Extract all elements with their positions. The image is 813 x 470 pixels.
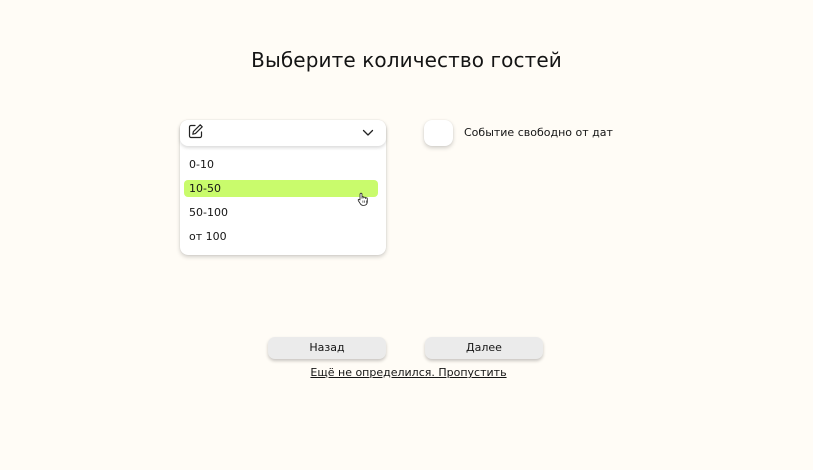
page-title: Выберите количество гостей [251, 48, 562, 72]
option-0-10[interactable]: 0-10 [184, 156, 378, 173]
option-50-100[interactable]: 50-100 [184, 204, 378, 221]
back-button[interactable]: Назад [268, 337, 386, 359]
hand-pointer-icon [357, 192, 368, 206]
skip-link[interactable]: Ещё не определился. Пропустить [0, 366, 813, 379]
date-free-checkbox[interactable] [424, 120, 453, 146]
next-button[interactable]: Далее [425, 337, 543, 359]
guest-count-dropdown[interactable]: 0-10 10-50 50-100 от 100 [180, 120, 386, 255]
date-free-label: Событие свободно от дат [464, 126, 613, 139]
edit-icon [188, 124, 203, 139]
option-from-100[interactable]: от 100 [184, 228, 378, 245]
option-10-50[interactable]: 10-50 [184, 180, 378, 197]
chevron-down-icon[interactable] [362, 129, 374, 137]
dropdown-header[interactable] [180, 120, 386, 146]
